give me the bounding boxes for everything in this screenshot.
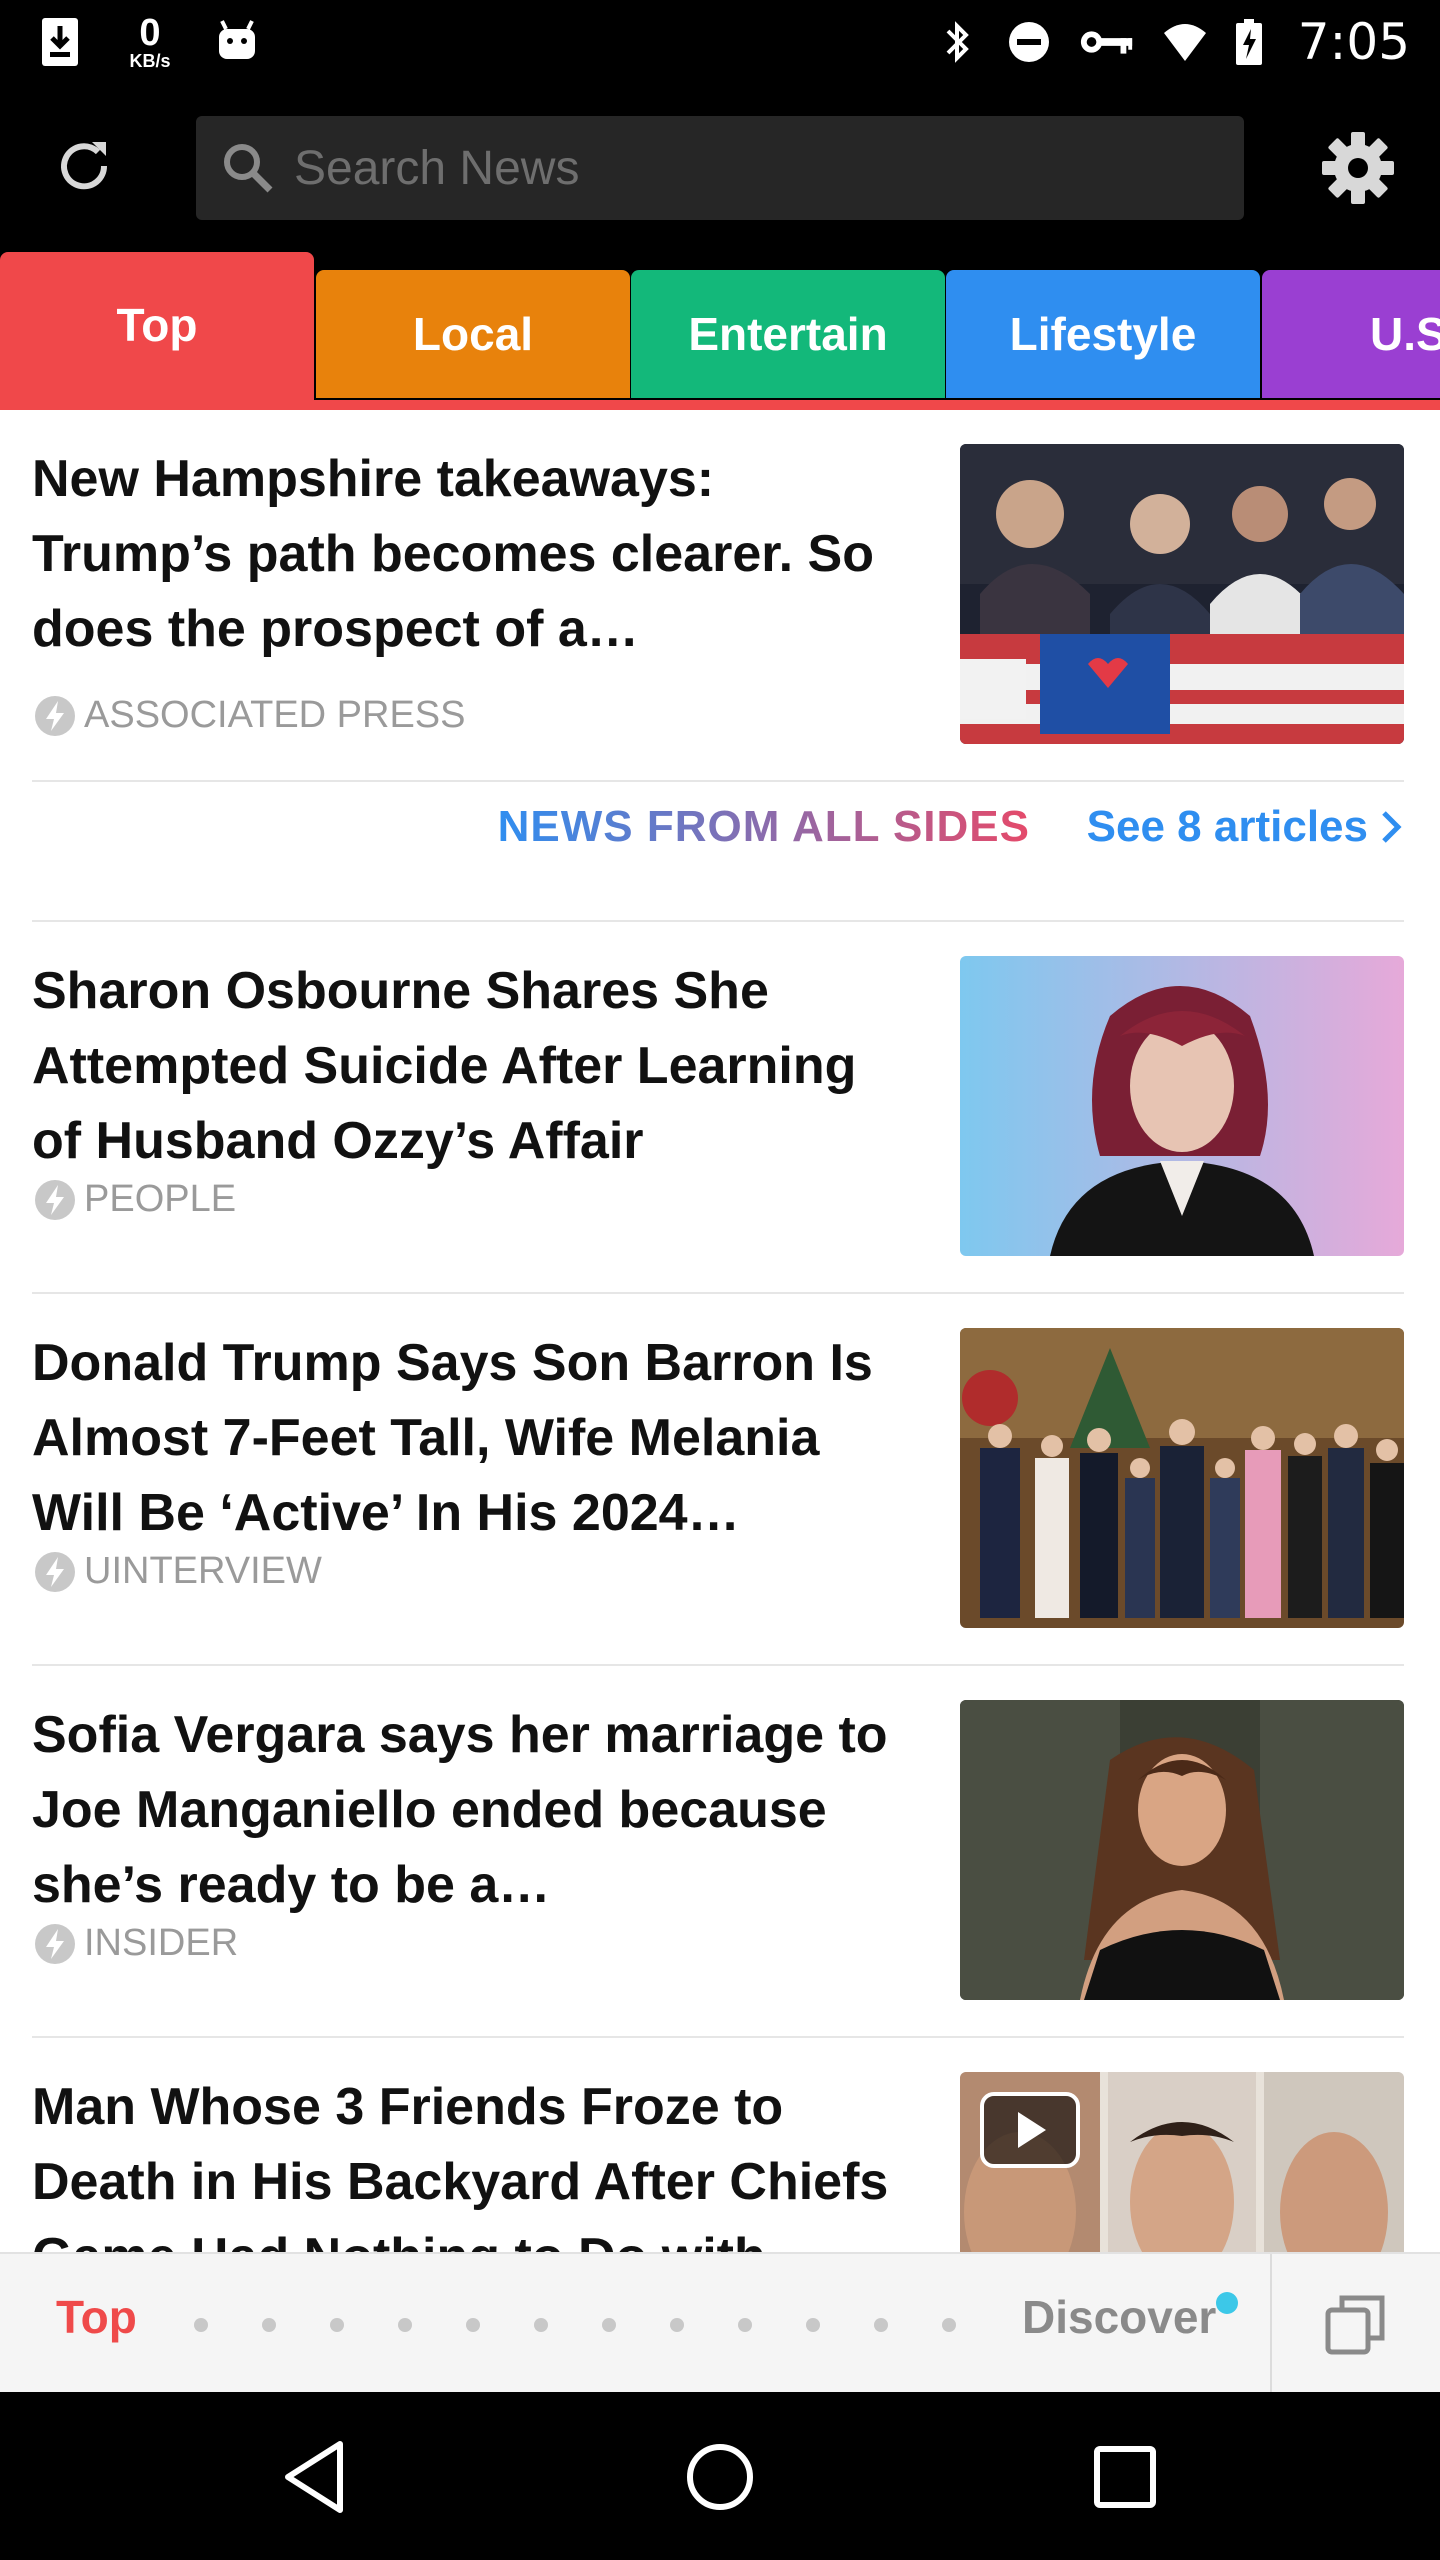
- tabs-underline: [0, 400, 1440, 410]
- back-icon[interactable]: [270, 2432, 360, 2522]
- home-icon[interactable]: [675, 2432, 765, 2522]
- article-headline[interactable]: Man Whose 3 Friends Froze to Death in Hi…: [32, 2070, 912, 2254]
- article-card[interactable]: New Hampshire takeaways: Trump’s path be…: [32, 410, 1404, 780]
- vpn-key-icon: [1080, 31, 1132, 54]
- page-dot: [194, 2318, 208, 2332]
- article-source-name: UINTERVIEW: [84, 1550, 322, 1592]
- page-dot: [534, 2318, 548, 2332]
- page-dot: [466, 2318, 480, 2332]
- article-source: UINTERVIEW: [34, 1550, 322, 1593]
- page-dot: [874, 2318, 888, 2332]
- thumbnail-image: [960, 1700, 1404, 2000]
- tab-us[interactable]: U.S.: [1262, 270, 1440, 398]
- status-left: 0 KB/s: [38, 10, 260, 74]
- article-source: PEOPLE: [34, 1178, 236, 1221]
- chevron-right-icon: [1382, 811, 1402, 843]
- bottom-nav-separator: [1270, 2254, 1272, 2392]
- bolt-icon: [35, 1923, 75, 1964]
- see-articles-link[interactable]: See 8 articles: [1087, 802, 1406, 852]
- article-headline[interactable]: Sharon Osbourne Shares She Attempted Sui…: [32, 954, 912, 1179]
- battery-charging-icon: [1235, 19, 1262, 65]
- tab-label: Top: [116, 299, 198, 351]
- article-source-name: INSIDER: [84, 1922, 239, 1964]
- thumbnail-image: [960, 1328, 1404, 1628]
- bolt-icon: [35, 1551, 75, 1592]
- recents-icon[interactable]: [1080, 2432, 1170, 2522]
- app-toolbar: [0, 84, 1440, 252]
- article-thumbnail[interactable]: [960, 2072, 1404, 2254]
- article-thumbnail[interactable]: [960, 956, 1404, 1256]
- android-icon: [219, 20, 255, 59]
- article-headline[interactable]: Sofia Vergara says her marriage to Joe M…: [32, 1698, 912, 1923]
- article-card[interactable]: Sofia Vergara says her marriage to Joe M…: [32, 1666, 1404, 2036]
- tab-local[interactable]: Local: [316, 270, 630, 398]
- article-headline[interactable]: Donald Trump Says Son Barron Is Almost 7…: [32, 1326, 912, 1551]
- clock: 7:05: [1297, 13, 1410, 71]
- tab-lifestyle[interactable]: Lifestyle: [946, 270, 1260, 398]
- network-speed-value: 0: [139, 12, 161, 54]
- see-articles-label: See 8 articles: [1086, 802, 1368, 851]
- article-thumbnail[interactable]: [960, 1700, 1404, 2000]
- tabs-switcher-icon[interactable]: [1322, 2290, 1390, 2358]
- category-tabs: Top Local Entertain Lifestyle U.S.: [0, 252, 1440, 410]
- all-sides-label: NEWS FROM ALL SIDES: [497, 802, 1030, 851]
- article-card[interactable]: Donald Trump Says Son Barron Is Almost 7…: [32, 1294, 1404, 1664]
- article-source: ASSOCIATED PRESS: [34, 694, 466, 737]
- network-speed: 0 KB/s: [120, 10, 180, 74]
- page-dot: [262, 2318, 276, 2332]
- wifi-icon: [1163, 24, 1206, 61]
- news-from-all-sides[interactable]: NEWS FROM ALL SIDES See 8 articles: [0, 782, 1440, 882]
- bottom-navigation: Top Discover: [0, 2252, 1440, 2392]
- page-dot: [602, 2318, 616, 2332]
- article-thumbnail[interactable]: [960, 444, 1404, 744]
- search-input[interactable]: [294, 140, 1194, 196]
- search-bar[interactable]: [196, 116, 1244, 220]
- page-dot: [942, 2318, 956, 2332]
- tab-label: U.S.: [1370, 308, 1440, 360]
- network-speed-unit: KB/s: [129, 51, 171, 71]
- article-thumbnail[interactable]: [960, 1328, 1404, 1628]
- article-source: INSIDER: [34, 1922, 238, 1965]
- bottom-tab-top[interactable]: Top: [56, 2290, 137, 2344]
- do-not-disturb-icon: [1008, 22, 1049, 62]
- refresh-icon[interactable]: [48, 130, 120, 202]
- page-dot: [398, 2318, 412, 2332]
- page-dot: [806, 2318, 820, 2332]
- play-icon[interactable]: [980, 2092, 1080, 2172]
- tab-label: Local: [412, 308, 534, 360]
- tab-label: Entertain: [688, 308, 888, 360]
- tab-entertain[interactable]: Entertain: [631, 270, 945, 398]
- download-icon: [42, 18, 78, 66]
- news-feed[interactable]: New Hampshire takeaways: Trump’s path be…: [0, 410, 1440, 2254]
- search-icon: [224, 144, 273, 193]
- thumbnail-image: [960, 444, 1404, 744]
- gear-icon[interactable]: [1318, 128, 1398, 208]
- tab-top[interactable]: Top: [0, 252, 314, 410]
- article-card[interactable]: Man Whose 3 Friends Froze to Death in Hi…: [32, 2038, 1404, 2254]
- page-dot: [330, 2318, 344, 2332]
- article-source-name: PEOPLE: [84, 1178, 237, 1220]
- page-dot: [738, 2318, 752, 2332]
- bolt-icon: [35, 695, 75, 736]
- bottom-tab-discover[interactable]: Discover: [1022, 2290, 1216, 2344]
- new-indicator-dot: [1216, 2292, 1238, 2314]
- status-bar: 0 KB/s 7:05: [0, 0, 1440, 84]
- article-source-name: ASSOCIATED PRESS: [84, 694, 466, 736]
- tab-label: Lifestyle: [1009, 308, 1197, 360]
- system-navigation-bar: [0, 2392, 1440, 2560]
- thumbnail-image: [960, 956, 1404, 1256]
- page-indicator-dots: [194, 2318, 956, 2332]
- status-right: 7:05: [934, 10, 1410, 74]
- article-card[interactable]: Sharon Osbourne Shares She Attempted Sui…: [32, 922, 1404, 1292]
- bolt-icon: [35, 1179, 75, 1220]
- page-dot: [670, 2318, 684, 2332]
- bluetooth-icon: [946, 21, 969, 63]
- article-headline[interactable]: New Hampshire takeaways: Trump’s path be…: [32, 442, 912, 667]
